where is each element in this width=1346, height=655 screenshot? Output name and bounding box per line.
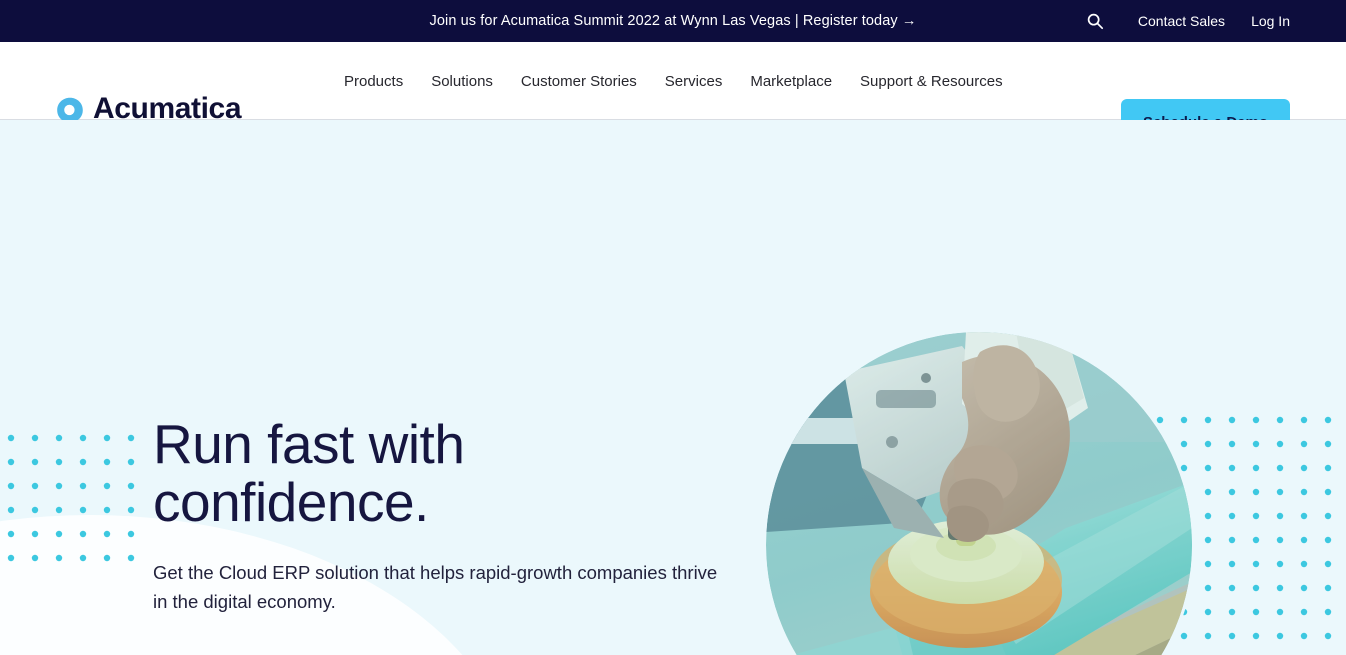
search-icon[interactable] xyxy=(1086,12,1112,30)
hero-heading-line-1: Run fast with xyxy=(153,413,465,475)
nav-item-marketplace[interactable]: Marketplace xyxy=(736,73,846,90)
hero-heading-line-2: confidence. xyxy=(153,471,429,533)
log-in-link[interactable]: Log In xyxy=(1251,13,1290,29)
hero-image xyxy=(766,332,1192,655)
announcement-bar: Join us for Acumatica Summit 2022 at Wyn… xyxy=(0,0,1346,42)
nav-item-support-resources[interactable]: Support & Resources xyxy=(846,73,1017,90)
hero-subheading: Get the Cloud ERP solution that helps ra… xyxy=(153,562,718,612)
announcement-link[interactable]: Join us for Acumatica Summit 2022 at Wyn… xyxy=(430,13,917,29)
nav-item-products[interactable]: Products xyxy=(330,73,417,90)
hero-copy: Run fast with confidence. Get the Cloud … xyxy=(153,415,763,655)
nav-item-customer-stories[interactable]: Customer Stories xyxy=(507,73,651,90)
decorative-dot-grid-left xyxy=(5,432,145,572)
primary-navigation: Products Solutions Customer Stories Serv… xyxy=(330,42,1017,120)
hero-section: Run fast with confidence. Get the Cloud … xyxy=(0,120,1346,655)
hero-heading: Run fast with confidence. xyxy=(153,415,763,531)
nav-item-services[interactable]: Services xyxy=(651,73,737,90)
site-header: Acumatica The Cloud ERP Products Solutio… xyxy=(0,42,1346,146)
nav-item-solutions[interactable]: Solutions xyxy=(417,73,507,90)
topbar-utility-nav: Contact Sales Log In xyxy=(1086,0,1290,42)
contact-sales-link[interactable]: Contact Sales xyxy=(1138,13,1225,29)
